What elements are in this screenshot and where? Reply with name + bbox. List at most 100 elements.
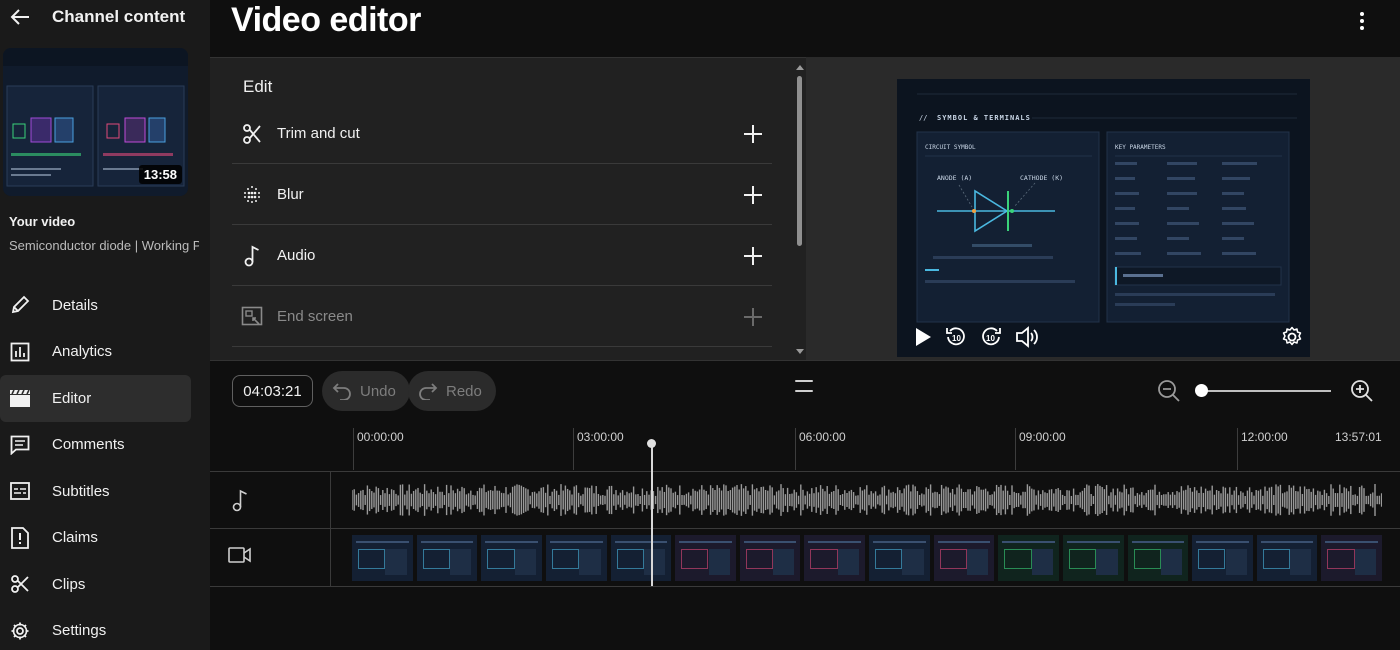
sidebar-item-analytics[interactable]: Analytics <box>0 329 210 376</box>
preview-area: // SYMBOL & TERMINALS CIRCUIT SYMBOL ANO… <box>806 57 1400 360</box>
edit-item-label: End screen <box>277 308 353 325</box>
settings-gear-icon[interactable] <box>1278 323 1306 351</box>
timeline-separator <box>210 360 1400 361</box>
anode-label: ANODE (A) <box>937 174 972 182</box>
svg-text://: // <box>919 114 927 122</box>
timecode-field[interactable]: 04:03:21 <box>232 375 313 407</box>
add-trim-button[interactable] <box>740 121 766 147</box>
playhead-handle[interactable] <box>647 439 656 448</box>
back-arrow-icon[interactable] <box>0 0 40 34</box>
ruler-tick <box>573 428 574 470</box>
duration-badge: 13:58 <box>138 165 182 184</box>
video-thumbnail[interactable]: 13:58 <box>3 48 188 196</box>
sidebar-item-label: Clips <box>52 575 86 593</box>
gear-icon <box>0 616 40 646</box>
clapperboard-icon <box>0 383 40 413</box>
undo-label: Undo <box>360 382 396 400</box>
video-frame <box>352 535 413 581</box>
video-frame <box>675 535 736 581</box>
bar-chart-icon <box>0 337 40 367</box>
cathode-label: CATHODE (K) <box>1020 174 1063 182</box>
sidebar-item-label: Analytics <box>52 343 113 361</box>
zoom-slider-track[interactable] <box>1199 390 1331 392</box>
end-screen-row[interactable]: End screen <box>232 287 772 347</box>
zoom-out-icon[interactable] <box>1156 378 1182 404</box>
video-frame <box>1127 535 1189 581</box>
sidebar-item-settings[interactable]: Settings <box>0 608 210 650</box>
subtitles-icon <box>0 476 40 506</box>
redo-button[interactable]: Redo <box>408 371 496 411</box>
volume-icon[interactable] <box>1013 323 1041 351</box>
sidebar-item-label: Editor <box>52 389 92 407</box>
ruler-tick <box>353 428 354 470</box>
audio-waveform[interactable] <box>352 482 1382 518</box>
edit-panel-scrollbar[interactable] <box>794 58 806 361</box>
sidebar-item-claims[interactable]: Claims <box>0 515 210 562</box>
pencil-icon <box>0 290 40 320</box>
edit-item-label: Audio <box>277 247 316 264</box>
track-border <box>210 586 1400 587</box>
blur-row[interactable]: Blur <box>232 165 772 225</box>
audio-row[interactable]: Audio <box>232 226 772 286</box>
blur-icon <box>232 184 272 206</box>
video-frame <box>869 535 930 581</box>
sidebar-item-clips[interactable]: Clips <box>0 561 210 608</box>
sidebar-item-subtitles[interactable]: Subtitles <box>0 468 210 515</box>
sidebar-item-details[interactable]: Details <box>0 282 210 329</box>
video-frame <box>933 535 995 581</box>
video-title[interactable]: Semiconductor diode | Working Pr... <box>9 238 199 253</box>
scroll-down-icon[interactable] <box>794 347 806 357</box>
rewind-10-icon[interactable]: 10 <box>942 323 970 351</box>
resize-handle-icon[interactable] <box>795 380 813 392</box>
music-note-icon <box>232 245 272 267</box>
claims-icon <box>0 523 40 553</box>
video-preview[interactable]: // SYMBOL & TERMINALS CIRCUIT SYMBOL ANO… <box>897 79 1310 357</box>
sidebar-header: Channel content <box>0 0 210 34</box>
add-end-screen-button[interactable] <box>740 304 766 330</box>
playhead[interactable] <box>651 444 653 586</box>
video-frame <box>998 535 1059 581</box>
video-editor-app: Channel content 13:58 Your video Semicon… <box>0 0 1400 650</box>
video-frame <box>481 535 542 581</box>
undo-button[interactable]: Undo <box>322 371 410 411</box>
player-controls: 10 10 <box>897 317 1310 357</box>
scroll-up-icon[interactable] <box>794 62 806 72</box>
svg-text:10: 10 <box>952 334 961 343</box>
play-icon[interactable] <box>909 323 937 351</box>
sidebar-item-label: Claims <box>52 529 98 547</box>
more-options-icon[interactable] <box>1350 8 1374 34</box>
your-video-label: Your video <box>9 214 76 229</box>
video-track-icon <box>226 540 254 570</box>
slide-right-panel-title: KEY PARAMETERS <box>1115 144 1166 151</box>
video-frame <box>804 535 865 581</box>
video-track-strip[interactable] <box>352 535 1382 581</box>
edit-item-label: Blur <box>277 186 304 203</box>
zoom-slider-knob[interactable] <box>1195 384 1208 397</box>
scroll-thumb[interactable] <box>797 76 802 246</box>
edit-item-label: Trim and cut <box>277 125 360 142</box>
svg-text:10: 10 <box>986 334 995 343</box>
sidebar-item-editor[interactable]: Editor <box>0 375 191 422</box>
ruler-label: 09:00:00 <box>1019 430 1066 444</box>
video-frame <box>1062 535 1124 581</box>
slide-left-panel-title: CIRCUIT SYMBOL <box>925 144 976 151</box>
slide-heading: SYMBOL & TERMINALS <box>937 114 1031 122</box>
sidebar-item-comments[interactable]: Comments <box>0 422 210 469</box>
sidebar-title: Channel content <box>52 7 186 26</box>
add-blur-button[interactable] <box>740 182 766 208</box>
ruler-label: 13:57:01 <box>1335 430 1382 444</box>
track-header-divider <box>330 471 331 586</box>
sidebar-nav: Details Analytics Editor Comments Subtit… <box>0 282 210 650</box>
scissors-icon <box>232 123 272 145</box>
ruler-tick <box>1015 428 1016 470</box>
edit-panel: Edit Trim and cut Blur Audio End screen <box>210 57 806 360</box>
comment-icon <box>0 430 40 460</box>
sidebar-item-label: Details <box>52 296 98 314</box>
zoom-in-icon[interactable] <box>1349 378 1375 404</box>
ruler-label: 12:00:00 <box>1241 430 1288 444</box>
forward-10-icon[interactable]: 10 <box>977 323 1005 351</box>
ruler-label: 00:00:00 <box>357 430 404 444</box>
ruler-label: 06:00:00 <box>799 430 846 444</box>
add-audio-button[interactable] <box>740 243 766 269</box>
trim-and-cut-row[interactable]: Trim and cut <box>232 104 772 164</box>
